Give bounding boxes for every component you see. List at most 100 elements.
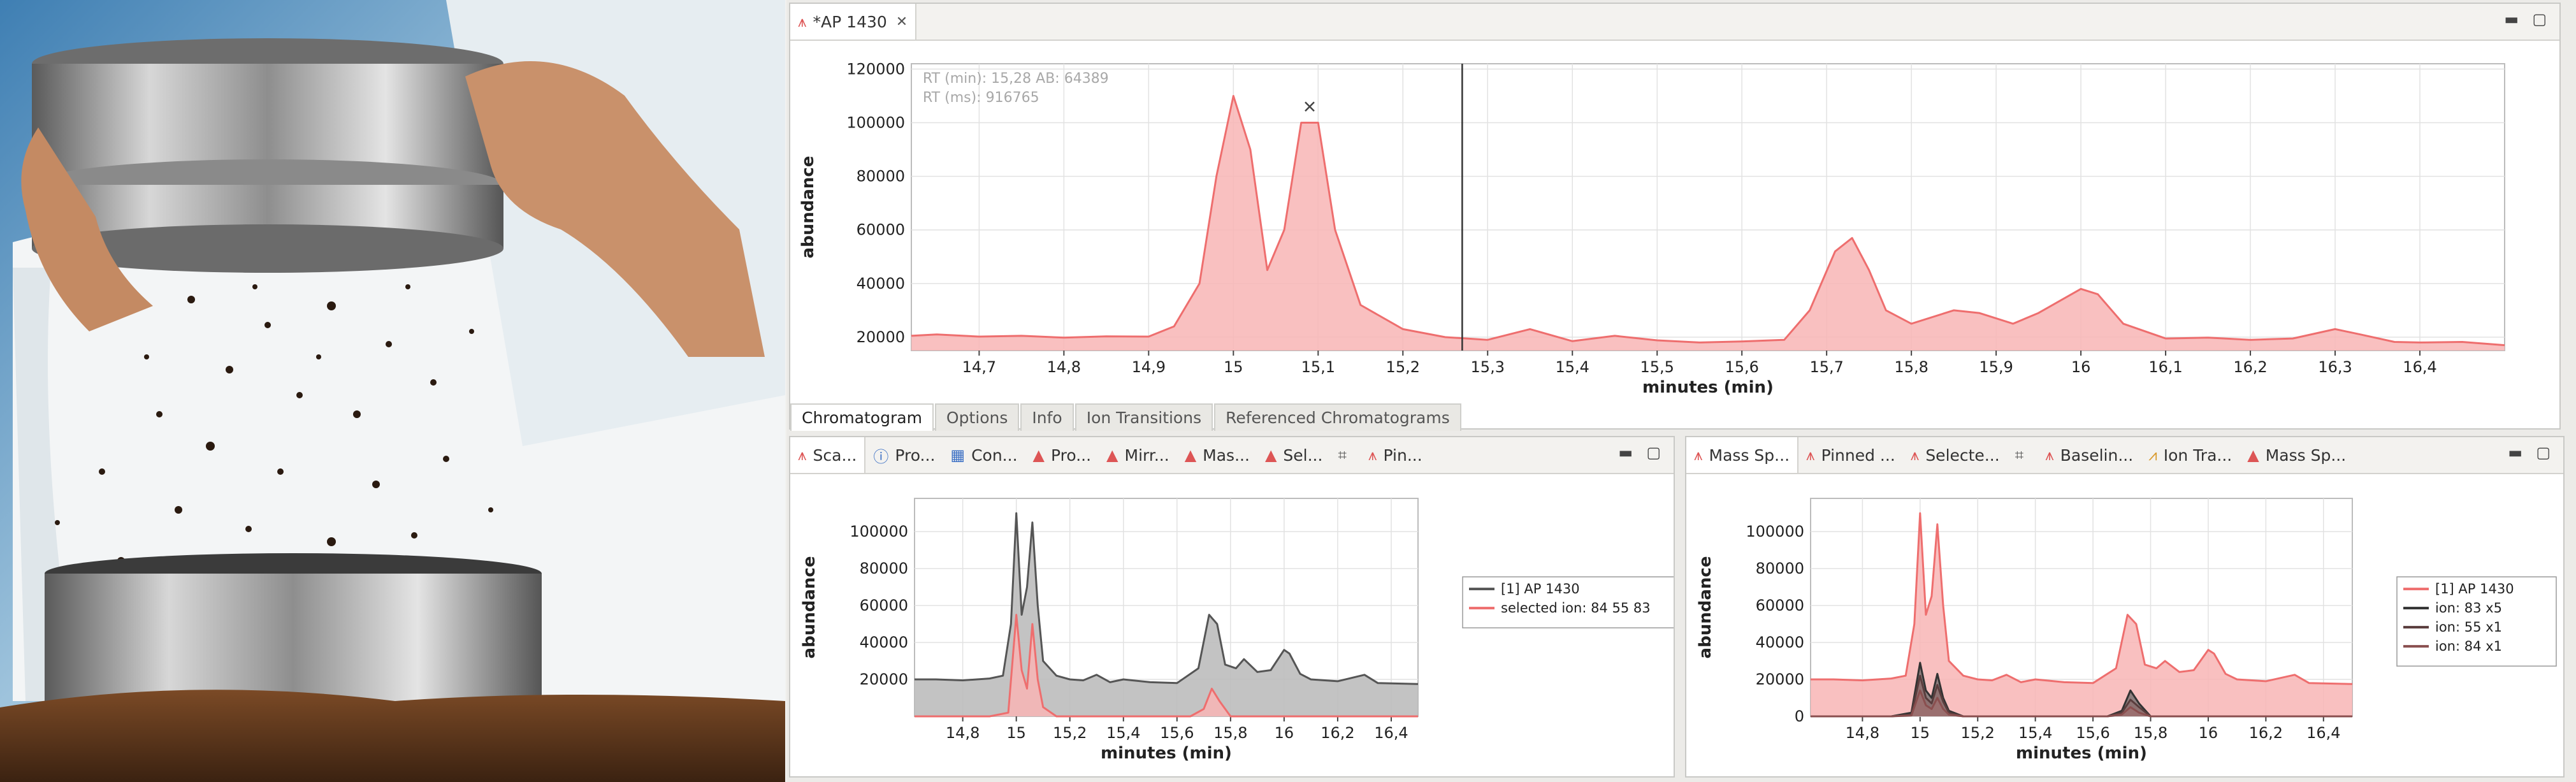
right-tab-1[interactable]: ⩚ Pinned ... xyxy=(1798,437,1903,473)
y-tick-label: 60000 xyxy=(860,597,908,614)
editor-title: *AP 1430 xyxy=(813,12,887,31)
left-tab-label: Mirr... xyxy=(1124,445,1169,465)
left-tab-2[interactable]: ▦ Con... xyxy=(943,437,1025,473)
right-tab-label: Pinned ... xyxy=(1821,445,1895,465)
y-tick-label: 80000 xyxy=(857,168,905,185)
tab-overflow-icon[interactable]: ⌗ xyxy=(1330,437,1361,473)
tab-info[interactable]: Info xyxy=(1020,403,1074,431)
left-tab-label: Pin... xyxy=(1383,445,1422,465)
y-tick-label: 40000 xyxy=(1756,634,1804,651)
x-axis-title: minutes (min) xyxy=(1101,744,1232,763)
x-tick-label: 15,7 xyxy=(1809,358,1843,376)
maximize-icon[interactable]: ▢ xyxy=(1646,444,1661,461)
x-tick-label: 15,8 xyxy=(1213,724,1247,742)
legend-label: selected ion: 84 55 83 xyxy=(1501,600,1651,616)
editor-bottom-tabs: Chromatogram Options Info Ion Transition… xyxy=(790,403,2562,431)
x-axis-title: minutes (min) xyxy=(1642,378,1774,397)
right-tab-label: Selecte... xyxy=(1925,445,2000,465)
x-tick-label: 16,3 xyxy=(2318,358,2352,376)
y-tick-label: 40000 xyxy=(860,634,908,651)
overlay-chart-right[interactable]: 14,8 15 15,2 15,4 15,6 15,8 16 16,2 16,4 0 20000 40… xyxy=(1686,474,2563,776)
tab-chromatogram[interactable]: Chromatogram xyxy=(790,403,934,431)
right-tab-label: Baselin... xyxy=(2060,445,2134,465)
left-tab-label: Sel... xyxy=(1283,445,1323,465)
left-tab-4[interactable]: ▲ Mirr... xyxy=(1099,437,1177,473)
left-tab-6[interactable]: ▲ Sel... xyxy=(1257,437,1331,473)
y-axis-title: abundance xyxy=(800,556,819,659)
minimize-icon[interactable]: ▬ xyxy=(2504,10,2519,28)
table-icon: ▦ xyxy=(950,446,966,464)
left-tab-1[interactable]: ⓘ Pro... xyxy=(865,437,943,473)
x-tick-label: 16 xyxy=(1275,724,1294,742)
x-tick-label: 16,4 xyxy=(2306,724,2340,742)
x-tick-label: 15 xyxy=(1224,358,1243,376)
peak-icon: ▲ xyxy=(2247,446,2259,464)
tab-options[interactable]: Options xyxy=(934,403,1020,431)
x-tick-label: 15,2 xyxy=(1053,724,1087,742)
right-tab-2[interactable]: ⩚ Selecte... xyxy=(1903,437,2008,473)
editor-tab-ap1430[interactable]: ⩚ *AP 1430 ✕ xyxy=(790,4,917,40)
y-tick-label: 100000 xyxy=(846,114,905,132)
y-tick-label: 20000 xyxy=(857,328,905,346)
y-tick-label: 20000 xyxy=(860,670,908,688)
x-tick-label: 15 xyxy=(1911,724,1930,742)
x-tick-label: 14,8 xyxy=(1047,358,1081,376)
peak-icon: ▲ xyxy=(1032,446,1045,464)
x-tick-label: 15,2 xyxy=(1961,724,1995,742)
editor-pane: ⩚ *AP 1430 ✕ ▬ ▢ 14,7 14,8 14,9 15 15,1 15,2 1… xyxy=(789,3,2562,431)
x-tick-label: 16 xyxy=(2071,358,2091,376)
left-tab-5[interactable]: ▲ Mas... xyxy=(1177,437,1257,473)
right-tab-label: Ion Tra... xyxy=(2163,445,2232,465)
x-tick-label: 16 xyxy=(2199,724,2218,742)
y-tick-label: 80000 xyxy=(1756,560,1804,577)
y-tick-label: 20000 xyxy=(1756,670,1804,688)
minimize-icon[interactable]: ▬ xyxy=(1618,444,1633,461)
overlay-chart-left[interactable]: 14,8 15 15,2 15,4 15,6 15,8 16 16,2 16,4 20000 400… xyxy=(790,474,1674,776)
right-tab-4[interactable]: ⩘ Ion Tra... xyxy=(2141,437,2240,473)
ion-transition-icon: ⩘ xyxy=(2148,446,2157,464)
left-tab-3[interactable]: ▲ Pro... xyxy=(1025,437,1099,473)
x-tick-label: 15,8 xyxy=(1894,358,1928,376)
x-tick-label: 15,2 xyxy=(1386,358,1420,376)
y-tick-label: 60000 xyxy=(857,221,905,239)
cursor-annotation: RT (min): 15,28 AB: 64389 xyxy=(923,71,1109,87)
peak-icon: ▲ xyxy=(1106,446,1118,464)
left-tab-7[interactable]: ⩚ Pin... xyxy=(1361,437,1430,473)
cursor-annotation: RT (ms): 916765 xyxy=(923,90,1039,106)
legend-label: ion: 83 x5 xyxy=(2435,600,2502,616)
x-tick-label: 15,4 xyxy=(1556,358,1589,376)
left-views-pane: ⩚ Sca... ⓘ Pro... ▦ Con... ▲ Pro... ▲ Mirr...… xyxy=(789,436,1675,778)
y-tick-label: 100000 xyxy=(1746,523,1804,540)
pin-icon: ⩚ xyxy=(1806,446,1815,464)
x-tick-label: 15,6 xyxy=(2076,724,2109,742)
tab-ion-transitions[interactable]: Ion Transitions xyxy=(1075,403,1213,431)
x-tick-label: 14,9 xyxy=(1132,358,1166,376)
scan-chart-icon: ⩚ xyxy=(798,446,807,464)
main-chromatogram-chart[interactable]: 14,7 14,8 14,9 15 15,1 15,2 15,3 15,4 15,5 15,6 15… xyxy=(790,41,2559,404)
x-tick-label: 15,5 xyxy=(1640,358,1674,376)
right-tab-5[interactable]: ▲ Mass Sp... xyxy=(2240,437,2354,473)
selected-icon: ⩚ xyxy=(1910,446,1920,464)
minimize-icon[interactable]: ▬ xyxy=(2508,444,2522,461)
x-tick-label: 16,2 xyxy=(1321,724,1354,742)
maximize-icon[interactable]: ▢ xyxy=(2532,10,2547,28)
left-tab-label: Pro... xyxy=(1050,445,1092,465)
right-tab-0[interactable]: ⩚ Mass Sp... xyxy=(1686,437,1799,473)
legend-label: ion: 55 x1 xyxy=(2435,619,2502,635)
left-tab-0[interactable]: ⩚ Sca... xyxy=(790,437,866,473)
x-tick-label: 15,3 xyxy=(1471,358,1505,376)
y-tick-label: 0 xyxy=(1795,707,1804,725)
right-views-pane: ⩚ Mass Sp... ⩚ Pinned ... ⩚ Selecte... ⌗ ⩚ B… xyxy=(1685,436,2565,778)
tab-referenced-chromatograms[interactable]: Referenced Chromatograms xyxy=(1214,403,1461,431)
chromatography-app: ⩚ *AP 1430 ✕ ▬ ▢ 14,7 14,8 14,9 15 15,1 15,2 1… xyxy=(786,0,2576,782)
maximize-icon[interactable]: ▢ xyxy=(2536,444,2551,461)
right-tab-3[interactable]: ⩚ Baselin... xyxy=(2037,437,2141,473)
tab-overflow-icon[interactable]: ⌗ xyxy=(2008,437,2038,473)
close-icon[interactable]: ✕ xyxy=(896,14,908,30)
left-tab-label: Mas... xyxy=(1203,445,1250,465)
x-tick-label: 14,8 xyxy=(1846,724,1879,742)
x-tick-label: 16,2 xyxy=(2249,724,2283,742)
x-tick-label: 16,4 xyxy=(1374,724,1408,742)
baseline-icon: ⩚ xyxy=(2045,446,2054,464)
y-tick-label: 80000 xyxy=(860,560,908,577)
